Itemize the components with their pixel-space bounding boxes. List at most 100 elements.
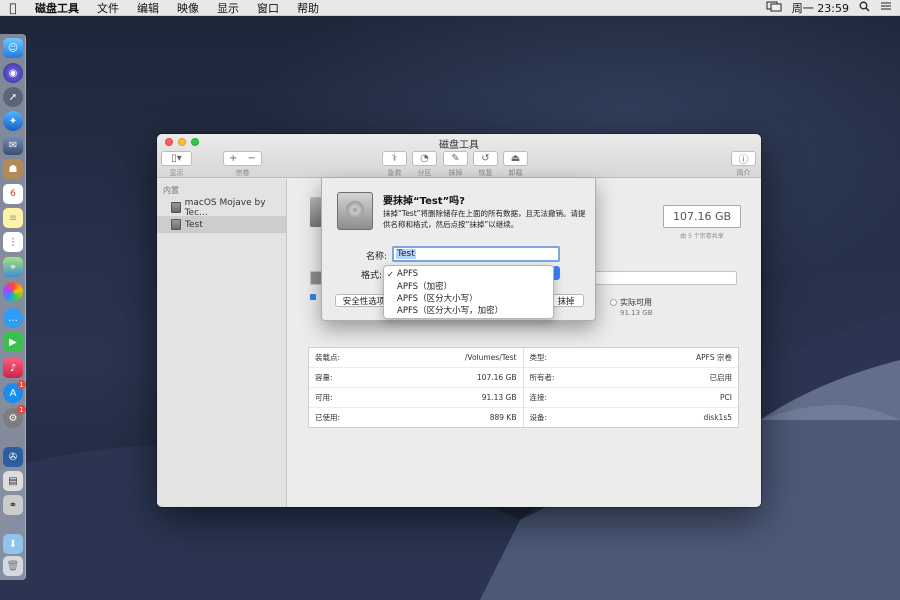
info-value: /Volumes/Test [464,353,517,362]
trash-icon[interactable]: 🗑 [3,556,23,576]
display-mirroring-icon[interactable] [766,1,782,15]
format-select-stepper[interactable] [554,266,560,280]
used-legend-swatch [310,294,316,300]
maps-icon[interactable]: ⌖ [3,257,23,277]
name-field[interactable]: Test [392,246,560,262]
notes-icon[interactable]: ≡ [3,208,23,228]
info-right-column: 类型: APFS 宗卷 所有者: 已启用 连接: PCI 设备: disk1s5 [523,348,738,427]
mail-icon[interactable]: ✉ [3,135,23,155]
launchpad-icon[interactable]: ➚ [3,87,23,107]
downloads-folder-icon[interactable]: ⬇ [3,534,23,554]
info-value: disk1s5 [703,413,732,422]
remove-volume-button[interactable]: − [248,153,256,164]
checkmark-icon: ✓ [387,269,394,279]
view-label: 显示 [169,169,184,177]
info-button[interactable]: ⓘ [731,151,756,166]
finder-icon[interactable]: ☺ [3,38,23,58]
reminders-icon[interactable]: ⋮ [3,232,23,252]
available-value: 91.13 GB [620,309,653,317]
format-option-apfs-case-sensitive-encrypted[interactable]: APFS（区分大小写，加密） [384,304,553,316]
erase-button[interactable]: ✎ [443,151,468,166]
sidebar-item-label: Test [185,219,203,230]
menu-bar:  磁盘工具 文件 编辑 映像 显示 窗口 帮助 周一 23:59 [0,0,900,16]
info-key: 装载点: [315,353,341,362]
format-option-apfs[interactable]: ✓ APFS [384,268,553,280]
format-dropdown-menu: ✓ APFS APFS（加密） APFS（区分大小写） APFS（区分大小写，加密… [383,265,554,319]
menu-app-name[interactable]: 磁盘工具 [26,0,88,16]
view-button[interactable]: ▯▾ [161,151,192,166]
pie-chart-icon: ◔ [420,153,429,164]
facetime-icon[interactable]: ▶ [3,332,23,352]
first-aid-button[interactable]: ⚕ [382,151,407,166]
info-key: 连接: [529,393,548,402]
spotlight-search-icon[interactable] [859,1,870,15]
sidebar-item-test[interactable]: Test [157,216,286,233]
format-option-label: APFS（加密） [397,282,453,292]
partition-label: 分区 [417,169,432,177]
name-field-value: Test [396,249,416,259]
info-value: APFS 宗卷 [696,353,732,362]
format-option-label: APFS（区分大小写，加密） [397,306,504,316]
sheet-title: 要抹掉“Test”吗? [383,196,465,207]
installer-icon[interactable]: ▤ [3,471,23,491]
format-option-label: APFS（区分大小写） [397,294,478,304]
calendar-icon[interactable]: 6 [3,184,23,204]
disk-image-icon[interactable]: ⚭ [3,495,23,515]
eraser-icon: ✎ [451,153,460,164]
eject-icon: ⏏ [510,153,521,164]
menu-view[interactable]: 显示 [208,0,248,16]
music-icon[interactable]: ♪ [3,358,23,378]
menu-file[interactable]: 文件 [88,0,128,16]
app-store-icon[interactable]: A1 [3,380,26,403]
menu-help[interactable]: 帮助 [288,0,328,16]
info-key: 可用: [315,393,333,402]
notification-center-icon[interactable] [880,1,892,14]
format-option-apfs-case-sensitive[interactable]: APFS（区分大小写） [384,292,553,304]
disk-utility-icon[interactable]: ✇ [3,447,23,467]
name-label: 名称: [365,252,387,262]
info-value: 889 KB [489,413,517,422]
sidebar-icon: ▯▾ [171,153,182,164]
menu-image[interactable]: 映像 [168,0,208,16]
restore-label: 恢复 [478,169,493,177]
volume-add-remove[interactable]: + − [223,151,262,166]
info-value: 已启用 [709,373,733,382]
info-icon: ⓘ [738,155,749,166]
menu-clock[interactable]: 周一 23:59 [792,0,849,16]
info-key: 已使用: [315,413,341,422]
add-volume-button[interactable]: + [229,153,237,164]
info-label: 简介 [736,169,751,177]
sheet-message: 抹掉“Test”将删除储存在上面的所有数据，且无法撤销。请提供名称和格式，然后点… [383,209,586,229]
available-label: 实际可用 [620,298,652,307]
menu-window[interactable]: 窗口 [248,0,288,16]
info-left-column: 装载点: /Volumes/Test 容量: 107.16 GB 可用: 91.13 … [309,348,524,427]
stethoscope-icon: ⚕ [391,153,398,164]
window-title: 磁盘工具 [439,140,479,151]
info-row: 已使用: 889 KB [309,408,523,427]
info-key: 设备: [529,413,548,422]
safari-icon[interactable]: ✦ [3,111,23,131]
capacity-shared-note: 由 5 个宗卷共享 [680,233,724,240]
messages-icon[interactable]: … [3,308,23,328]
sidebar-item-macos[interactable]: macOS Mojave by Tec... [157,198,286,218]
capacity-box: 107.16 GB [663,205,741,228]
format-option-label: APFS [397,269,419,279]
unmount-button[interactable]: ⏏ [503,151,528,166]
contacts-icon[interactable]: ☗ [3,159,23,179]
info-row: 装载点: /Volumes/Test [309,348,523,368]
photos-icon[interactable] [3,282,23,302]
available-swatch [610,299,617,306]
partition-button[interactable]: ◔ [412,151,437,166]
siri-icon[interactable]: ◉ [3,63,23,83]
apple-menu-icon[interactable]:  [0,1,26,15]
system-preferences-badge: 1 [17,405,26,414]
hard-drive-icon [171,219,181,230]
menu-edit[interactable]: 编辑 [128,0,168,16]
volume-info-table: 装载点: /Volumes/Test 容量: 107.16 GB 可用: 91.13 … [308,347,739,428]
restore-button[interactable]: ↺ [473,151,498,166]
sidebar-section-internal: 内置 [163,186,179,195]
info-value: 91.13 GB [481,393,517,402]
system-preferences-icon[interactable]: ⚙ 1 [3,405,26,428]
hard-drive-icon [337,192,373,230]
format-option-apfs-encrypted[interactable]: APFS（加密） [384,280,553,292]
